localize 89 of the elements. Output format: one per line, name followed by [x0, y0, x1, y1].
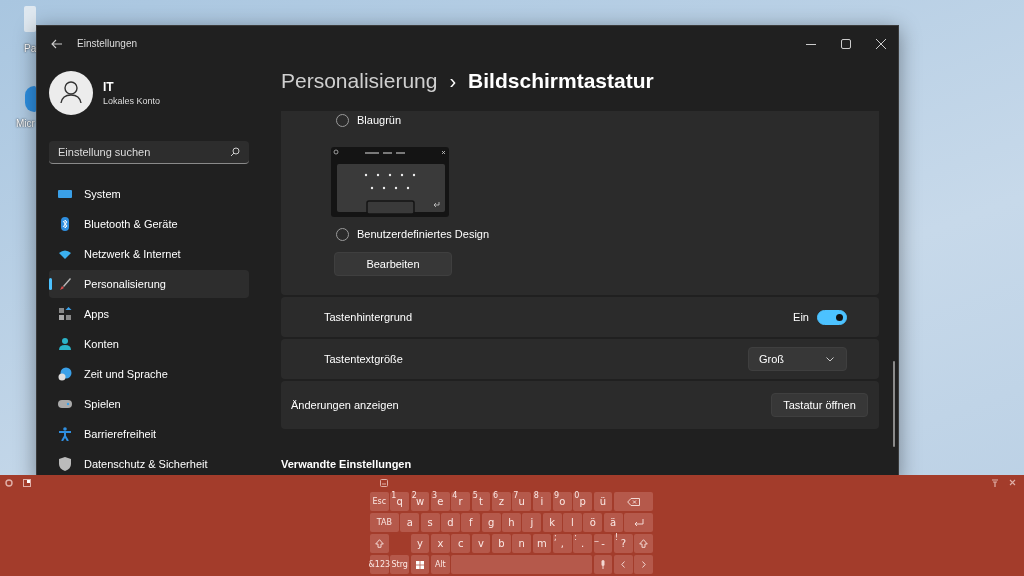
key[interactable]: v [471, 534, 491, 553]
nav-item[interactable]: Apps [49, 300, 249, 328]
key[interactable] [370, 534, 389, 553]
nav-item[interactable]: Netzwerk & Internet [49, 240, 249, 268]
key[interactable] [410, 555, 430, 574]
radio-label[interactable]: Blaugrün [357, 114, 402, 126]
key[interactable]: : . [573, 534, 592, 553]
key[interactable]: ; , [552, 534, 572, 553]
shift-icon [639, 539, 649, 548]
key[interactable]: d [441, 513, 460, 532]
setting-label: Tastenhintergrund [324, 311, 414, 323]
nav-item[interactable]: System [49, 180, 249, 208]
key[interactable]: f [461, 513, 481, 532]
bluetooth-icon [58, 217, 72, 231]
window-title: Einstellungen [77, 38, 138, 49]
avatar-icon [49, 71, 93, 115]
microphone-icon [599, 560, 606, 569]
brush-icon [58, 277, 72, 291]
setting-label: Änderungen anzeigen [291, 399, 400, 411]
search-field[interactable]: Einstellung suchen [49, 141, 249, 164]
setting-label: Tastentextgröße [324, 353, 404, 365]
edit-button[interactable]: Bearbeiten [334, 252, 452, 276]
key[interactable]: TAB [370, 513, 399, 532]
nav-item[interactable]: Spielen [49, 390, 249, 418]
toggle-state-text: Ein [793, 311, 809, 323]
key[interactable]: Strg [390, 555, 410, 574]
scrollbar-thumb[interactable] [893, 361, 895, 447]
nav-item[interactable]: Zeit und Sprache [49, 360, 249, 388]
monitor-icon [58, 187, 72, 201]
key[interactable]: x [431, 534, 450, 553]
key[interactable]: Esc [370, 492, 389, 511]
nav-item[interactable]: Konten [49, 330, 249, 358]
key[interactable]: b [491, 534, 511, 553]
shift-icon [374, 539, 384, 548]
search-icon [230, 147, 240, 157]
chevron-left-icon [621, 561, 626, 568]
open-keyboard-button[interactable]: Tastatur öffnen [771, 393, 868, 417]
enter-icon [633, 518, 644, 527]
nav-item[interactable]: Barrierefreiheit [49, 420, 249, 448]
windows-icon [416, 560, 424, 569]
key[interactable]: Alt [431, 555, 450, 574]
key[interactable]: ! ? [613, 534, 633, 553]
accessibility-icon [58, 427, 72, 441]
key[interactable]: y [410, 534, 430, 553]
key[interactable] [593, 555, 613, 574]
page-title: Bildschirmtastatur [468, 69, 654, 93]
close-icon[interactable] [876, 38, 886, 49]
key[interactable]: g [481, 513, 501, 532]
shield-icon [58, 457, 72, 471]
size-dropdown[interactable]: Groß [748, 347, 847, 371]
account-type: Lokales Konto [103, 96, 161, 106]
keyboard-icon[interactable] [380, 478, 388, 487]
nav-item[interactable]: Bluetooth & Geräte [49, 210, 249, 238]
settings-icon[interactable] [5, 478, 13, 487]
gamepad-icon [58, 397, 72, 411]
key[interactable]: k [542, 513, 562, 532]
breadcrumb-separator: › [449, 70, 457, 93]
maximize-icon[interactable] [841, 38, 851, 49]
dock-icon[interactable] [23, 478, 31, 487]
pin-icon[interactable] [991, 478, 999, 487]
key[interactable] [613, 492, 653, 511]
person-icon [58, 337, 72, 351]
key[interactable] [634, 534, 653, 553]
key[interactable]: &123 [370, 555, 389, 574]
key[interactable]: j [522, 513, 542, 532]
key[interactable]: a [400, 513, 420, 532]
key[interactable]: _ - [593, 534, 613, 553]
key[interactable]: ä [603, 513, 623, 532]
chevron-right-icon [641, 561, 646, 568]
back-arrow-icon[interactable] [51, 38, 63, 49]
apps-icon [58, 307, 72, 321]
account-name: IT [103, 80, 115, 94]
key[interactable]: l [563, 513, 582, 532]
clock-globe-icon [58, 367, 72, 381]
key[interactable]: s [420, 513, 440, 532]
key[interactable]: c [451, 534, 471, 553]
breadcrumb-parent[interactable]: Personalisierung [281, 69, 438, 93]
backspace-icon [626, 497, 640, 506]
key[interactable]: ü [593, 492, 613, 511]
key[interactable]: m [532, 534, 552, 553]
radio-label[interactable]: Benutzerdefiniertes Design [357, 228, 490, 240]
key[interactable]: h [502, 513, 521, 532]
section-heading: Verwandte Einstellungen [281, 458, 413, 470]
nav-item[interactable]: Datenschutz & Sicherheit [49, 450, 249, 478]
key[interactable]: ö [583, 513, 603, 532]
key[interactable]: n [512, 534, 532, 553]
toggle-switch[interactable] [817, 309, 847, 325]
nav-item[interactable]: Personalisierung [49, 270, 249, 298]
chevron-down-icon [826, 356, 834, 362]
